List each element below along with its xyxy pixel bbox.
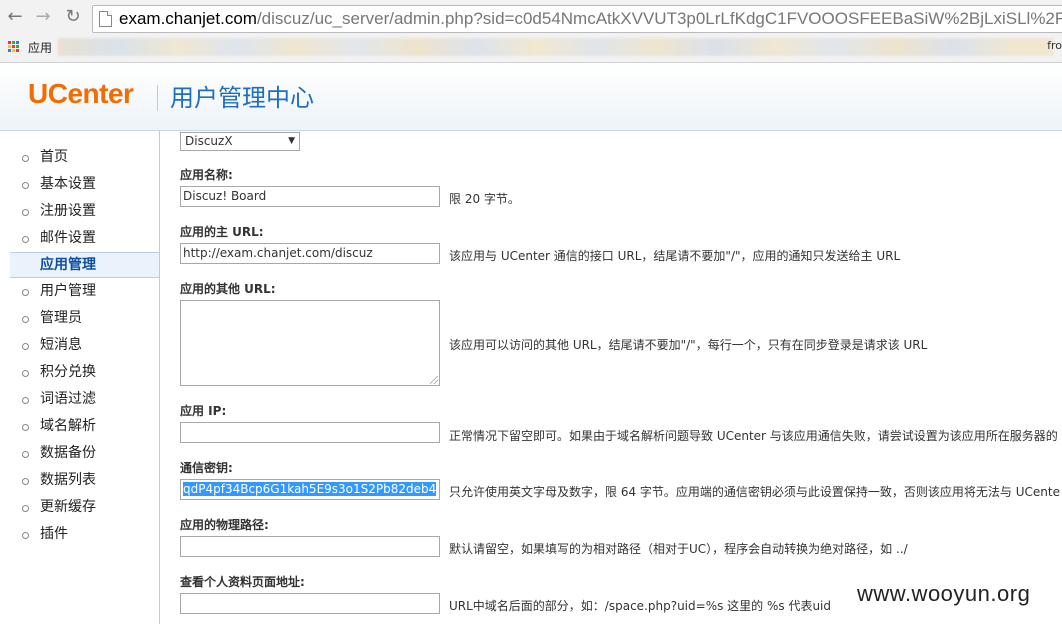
sidebar-item-label: 用户管理 xyxy=(40,283,96,299)
bookmarks-bar: 应用 fro xyxy=(0,35,1062,59)
back-arrow-icon[interactable]: ← xyxy=(4,6,26,28)
sidebar-item-label: 基本设置 xyxy=(40,176,96,192)
bullet-icon xyxy=(22,343,29,350)
sidebar-item[interactable]: 短消息 xyxy=(0,332,159,359)
comm-key-input[interactable]: qdP4pf34Bcp6G1kah5E9s3o1S2Pb82deb4 xyxy=(180,479,440,500)
app-ip-input[interactable] xyxy=(180,422,440,443)
sidebar-item-label: 更新缓存 xyxy=(40,499,96,515)
sidebar-item[interactable]: 数据列表 xyxy=(0,467,159,494)
sidebar-item[interactable]: 域名解析 xyxy=(0,413,159,440)
other-url-textarea[interactable] xyxy=(180,300,440,386)
forward-arrow-icon[interactable]: → xyxy=(32,6,54,28)
app-edit-form: DiscuzX ▼ 应用名称: Discuz! Board 限 20 字节。 应… xyxy=(180,131,1062,624)
sidebar-item[interactable]: 注册设置 xyxy=(0,198,159,225)
address-bar[interactable]: exam.chanjet.com/discuz/uc_server/admin.… xyxy=(92,5,1062,33)
sidebar-item-label: 短消息 xyxy=(40,337,82,353)
other-url-label: 应用的其他 URL: xyxy=(180,282,276,296)
bullet-icon xyxy=(22,451,29,458)
bullet-icon xyxy=(22,155,29,162)
sidebar-item[interactable]: 应用管理 xyxy=(10,252,159,278)
bullet-icon xyxy=(22,505,29,512)
sidebar-item[interactable]: 管理员 xyxy=(0,305,159,332)
sidebar-item-label: 插件 xyxy=(40,526,68,542)
resize-handle-icon[interactable] xyxy=(430,376,438,384)
ucenter-logo: UCenter xyxy=(28,78,134,109)
header-divider xyxy=(157,85,158,111)
sidebar-item-label: 邮件设置 xyxy=(40,230,96,246)
app-header: UCenter 用户管理中心 xyxy=(0,63,1062,131)
sidebar-item[interactable]: 首页 xyxy=(0,144,159,171)
url-path: /discuz/uc_server/admin.php?sid=c0d54Nmc… xyxy=(256,9,1062,28)
comm-key-value: qdP4pf34Bcp6G1kah5E9s3o1S2Pb82deb4 xyxy=(183,482,437,496)
sidebar-item[interactable]: 数据备份 xyxy=(0,440,159,467)
app-type-value: DiscuzX xyxy=(185,134,233,148)
sidebar: 首页基本设置注册设置邮件设置应用管理用户管理管理员短消息积分兑换词语过滤域名解析… xyxy=(0,131,160,624)
sidebar-item-label: 数据备份 xyxy=(40,445,96,461)
bullet-icon xyxy=(22,182,29,189)
browser-chrome: ← → ↻ exam.chanjet.com/discuz/uc_server/… xyxy=(0,0,1062,63)
bullet-icon xyxy=(22,424,29,431)
sidebar-menu: 首页基本设置注册设置邮件设置应用管理用户管理管理员短消息积分兑换词语过滤域名解析… xyxy=(0,131,159,548)
physical-path-input[interactable] xyxy=(180,536,440,557)
watermark: www.wooyun.org xyxy=(857,581,1031,606)
apps-bookmark[interactable]: 应用 xyxy=(28,39,52,56)
bullet-icon xyxy=(22,370,29,377)
sidebar-item-label: 管理员 xyxy=(40,310,82,326)
sidebar-item[interactable]: 用户管理 xyxy=(0,278,159,305)
url-text[interactable]: exam.chanjet.com/discuz/uc_server/admin.… xyxy=(119,6,1062,32)
sidebar-item[interactable]: 邮件设置 xyxy=(0,225,159,252)
dropdown-arrow-icon: ▼ xyxy=(288,136,295,146)
sidebar-item[interactable]: 积分兑换 xyxy=(0,359,159,386)
sidebar-item-label: 词语过滤 xyxy=(40,391,96,407)
apps-grid-icon[interactable] xyxy=(8,41,20,53)
main-url-input[interactable]: http://exam.chanjet.com/discuz xyxy=(180,243,440,264)
bullet-icon xyxy=(22,289,29,296)
sidebar-item[interactable]: 词语过滤 xyxy=(0,386,159,413)
main-url-label: 应用的主 URL: xyxy=(180,225,264,239)
sidebar-item-label: 积分兑换 xyxy=(40,364,96,380)
other-url-hint: 该应用可以访问的其他 URL，结尾请不要加"/"，每行一个，只有在同步登录是请求… xyxy=(449,338,928,352)
sidebar-item[interactable]: 更新缓存 xyxy=(0,494,159,521)
sidebar-item-label: 域名解析 xyxy=(40,418,96,434)
sidebar-item[interactable]: 插件 xyxy=(0,521,159,548)
sidebar-item-label: 注册设置 xyxy=(40,203,96,219)
app-name-label: 应用名称: xyxy=(180,168,233,182)
profile-url-label: 查看个人资料页面地址: xyxy=(180,575,305,589)
reload-icon[interactable]: ↻ xyxy=(62,6,84,28)
bullet-icon xyxy=(22,478,29,485)
app-type-select[interactable]: DiscuzX ▼ xyxy=(180,132,300,151)
sidebar-item[interactable]: 基本设置 xyxy=(0,171,159,198)
page-title: 用户管理中心 xyxy=(170,84,314,112)
bullet-icon xyxy=(22,209,29,216)
sidebar-item-label: 应用管理 xyxy=(40,257,96,273)
blurred-bookmarks xyxy=(58,38,1054,56)
bullet-icon xyxy=(22,397,29,404)
page-icon xyxy=(99,11,112,27)
profile-url-hint: URL中域名后面的部分，如：/space.php?uid=%s 这里的 %s 代… xyxy=(449,599,831,613)
app-ip-hint: 正常情况下留空即可。如果由于域名解析问题导致 UCenter 与该应用通信失败，… xyxy=(449,429,1058,443)
app-name-hint: 限 20 字节。 xyxy=(449,192,520,206)
sidebar-item-label: 首页 xyxy=(40,149,68,165)
bullet-icon xyxy=(22,532,29,539)
bullet-icon xyxy=(22,236,29,243)
profile-url-input[interactable] xyxy=(180,593,440,614)
url-host: exam.chanjet.com xyxy=(119,9,257,28)
bullet-icon xyxy=(22,316,29,323)
physical-path-label: 应用的物理路径: xyxy=(180,518,269,532)
physical-path-hint: 默认请留空，如果填写的为相对路径（相对于UC），程序会自动转换为绝对路径，如 .… xyxy=(449,542,908,556)
main-url-hint: 该应用与 UCenter 通信的接口 URL，结尾请不要加"/"，应用的通知只发… xyxy=(449,249,901,263)
sidebar-item-label: 数据列表 xyxy=(40,472,96,488)
app-ip-label: 应用 IP: xyxy=(180,404,227,418)
comm-key-hint: 只允许使用英文字母及数字，限 64 字节。应用端的通信密钥必须与此设置保持一致，… xyxy=(449,485,1060,499)
comm-key-label: 通信密钥: xyxy=(180,461,233,475)
app-name-input[interactable]: Discuz! Board xyxy=(180,186,440,207)
bookmark-tail[interactable]: fro xyxy=(1047,39,1062,52)
